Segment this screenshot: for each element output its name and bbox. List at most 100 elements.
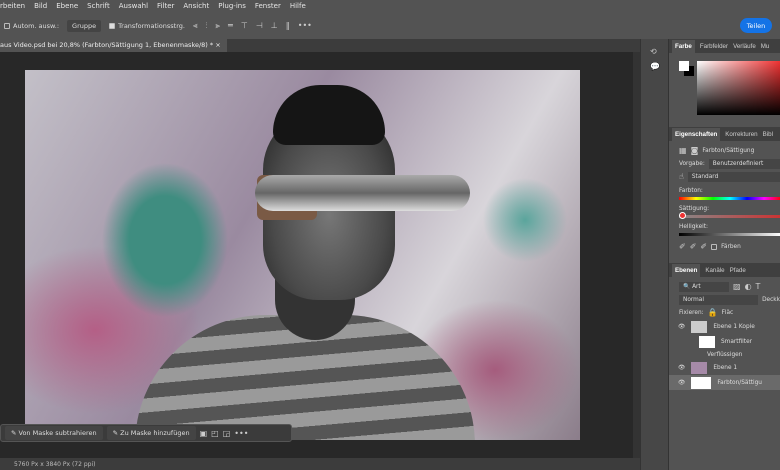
tab-gradients[interactable]: Verläufe: [733, 43, 756, 50]
colorize-label: Färben: [721, 243, 741, 250]
layer-item[interactable]: 👁 Ebene 1 Kopie: [669, 319, 780, 334]
menu-filter[interactable]: Filter: [157, 2, 174, 10]
menu-window[interactable]: Fenster: [255, 2, 281, 10]
adjustment-icon: ▦: [679, 146, 687, 155]
history-icon[interactable]: ⟲: [650, 47, 668, 56]
image-filter-icon[interactable]: ▨: [733, 282, 741, 291]
more-button[interactable]: •••: [234, 429, 248, 438]
channel-select[interactable]: Standard: [687, 171, 780, 182]
more-options-button[interactable]: •••: [298, 21, 312, 30]
document-image[interactable]: [25, 70, 580, 440]
eye-icon[interactable]: 👁: [678, 365, 685, 371]
eyedropper-icon[interactable]: ✐: [679, 242, 686, 251]
distribute-icon[interactable]: ═: [228, 21, 233, 30]
comment-icon[interactable]: 💬: [650, 62, 668, 71]
menu-select[interactable]: Auswahl: [119, 2, 148, 10]
menu-bar: rbeiten Bild Ebene Schrift Auswahl Filte…: [0, 0, 780, 12]
layer-name: Smartfilter: [721, 338, 753, 345]
document-tab-label: aus Video.psd bei 20,8% (Farbton/Sättigu…: [0, 41, 214, 49]
foreground-color[interactable]: [679, 61, 689, 71]
invert-mask-icon[interactable]: ◰: [211, 429, 219, 438]
subtract-from-mask-button[interactable]: ✎ Von Maske subtrahieren: [5, 426, 103, 440]
eyedropper-plus-icon[interactable]: ✐: [690, 242, 697, 251]
layer-item[interactable]: Smartfilter: [669, 334, 780, 349]
align-center-icon[interactable]: ⫶: [205, 21, 207, 31]
add-to-mask-button[interactable]: ✎ Zu Maske hinzufügen: [106, 426, 196, 440]
layer-name: Ebene 1: [713, 364, 738, 371]
group-select[interactable]: Gruppe: [67, 19, 102, 32]
status-bar: 5760 Px x 3840 Px (72 ppi): [0, 458, 640, 470]
adjustment-title: Farbton/Sättigung: [702, 147, 755, 154]
lock-label: Fixieren:: [679, 309, 704, 316]
menu-plugins[interactable]: Plug-ins: [218, 2, 246, 10]
right-panels: Farbe Farbfelder Verläufe Mu Eigenschaft…: [668, 39, 780, 470]
auto-select-checkbox[interactable]: Autom. ausw.:: [4, 22, 59, 30]
mask-icon[interactable]: ▣: [200, 429, 208, 438]
tab-channels[interactable]: Kanäle: [705, 267, 724, 274]
eyedropper-row: ✐ ✐ ✐ Färben: [669, 240, 780, 253]
tab-properties[interactable]: Eigenschaften: [672, 127, 721, 141]
menu-help[interactable]: Hilfe: [290, 2, 306, 10]
tab-swatches[interactable]: Farbfelder: [700, 43, 728, 50]
type-filter-icon[interactable]: T: [756, 282, 761, 291]
layer-item[interactable]: Verflüssigen: [669, 349, 780, 360]
tab-color[interactable]: Farbe: [672, 39, 695, 53]
options-bar: Autom. ausw.: Gruppe Transformationsstrg…: [0, 12, 780, 39]
color-panel: [669, 53, 780, 127]
mask-icon[interactable]: ◙: [691, 146, 699, 155]
tab-layers[interactable]: Ebenen: [672, 263, 701, 277]
distribute-vertical-icon[interactable]: ‖: [286, 21, 290, 30]
eye-icon[interactable]: 👁: [678, 380, 685, 386]
color-panel-tabs: Farbe Farbfelder Verläufe Mu: [669, 39, 780, 53]
liquify-swirl: [255, 175, 470, 211]
menu-layer[interactable]: Ebene: [56, 2, 78, 10]
add-label: Zu Maske hinzufügen: [120, 429, 190, 437]
hand-target-icon[interactable]: ☝: [679, 172, 684, 181]
transform-label: Transformationsstrg.: [118, 21, 185, 30]
blend-mode-select[interactable]: Normal: [679, 294, 759, 305]
document-tab[interactable]: aus Video.psd bei 20,8% (Farbton/Sättigu…: [0, 39, 227, 52]
layers-tabs: Ebenen Kanäle Pfade: [669, 263, 780, 277]
layer-item[interactable]: 👁 Ebene 1: [669, 360, 780, 375]
layer-name: Verflüssigen: [707, 351, 743, 358]
tab-libraries[interactable]: Bibl: [763, 131, 773, 138]
fill-label: Fläc: [721, 309, 734, 316]
lightness-slider[interactable]: [679, 233, 780, 236]
align-top-icon[interactable]: ⊤: [241, 21, 248, 30]
preset-select[interactable]: Benutzerdefiniert: [708, 158, 780, 169]
align-middle-icon[interactable]: ⊣: [256, 21, 263, 30]
lock-row: Fixieren: 🔒 Fläc: [669, 306, 780, 319]
align-bottom-icon[interactable]: ⊥: [271, 21, 278, 30]
hue-slider[interactable]: [679, 197, 780, 200]
share-button[interactable]: Teilen: [740, 18, 772, 33]
properties-header: ▦ ◙ Farbton/Sättigung: [669, 144, 780, 157]
lock-icon[interactable]: 🔒: [708, 308, 718, 317]
close-icon[interactable]: ×: [215, 41, 220, 49]
eyedropper-minus-icon[interactable]: ✐: [700, 242, 707, 251]
tab-adjustments[interactable]: Korrekturen: [725, 131, 757, 138]
layer-thumbnail: [699, 335, 715, 348]
align-left-icon[interactable]: ⫷: [193, 21, 198, 31]
vertical-scrollbar[interactable]: [633, 52, 640, 458]
transform-controls-checkbox[interactable]: Transformationsstrg.: [109, 22, 185, 30]
saturation-slider[interactable]: [679, 212, 780, 219]
menu-view[interactable]: Ansicht: [183, 2, 209, 10]
menu-image[interactable]: Bild: [34, 2, 47, 10]
menu-type[interactable]: Schrift: [87, 2, 110, 10]
eye-icon[interactable]: 👁: [678, 324, 685, 330]
align-right-icon[interactable]: ⫸: [215, 21, 220, 31]
adjustment-filter-icon[interactable]: ◐: [745, 282, 752, 291]
layer-item-selected[interactable]: 👁 Farbton/Sättigu: [669, 375, 780, 390]
menu-edit[interactable]: rbeiten: [0, 2, 25, 10]
saturation-handle[interactable]: [679, 212, 686, 219]
layer-name: Farbton/Sättigu: [717, 379, 762, 386]
select-mask-icon[interactable]: ◲: [223, 429, 231, 438]
layer-filter-row: 🔍 Art ▨ ◐ T: [669, 280, 780, 293]
tab-paths[interactable]: Pfade: [730, 267, 746, 274]
layer-filter-select[interactable]: 🔍 Art: [679, 281, 729, 292]
tab-patterns[interactable]: Mu: [761, 43, 770, 50]
layer-name: Ebene 1 Kopie: [713, 323, 755, 330]
color-picker-field[interactable]: [697, 61, 780, 115]
layer-mask-thumbnail: [691, 376, 712, 389]
colorize-checkbox[interactable]: [711, 243, 718, 250]
